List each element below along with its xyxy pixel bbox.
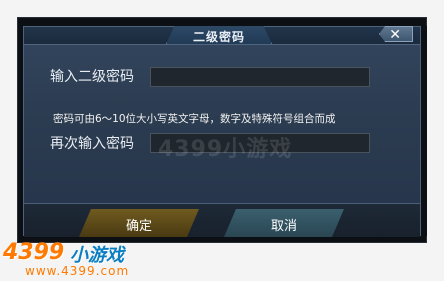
logo-main-text: 4399 [3,240,65,265]
right-frame-strip [421,26,427,236]
ok-button-label[interactable]: 确定 [79,215,199,234]
password-hint: 密码可由6～10位大小写英文字母，数字及特殊符号组合而成 [53,113,336,125]
dialog-title: 二级密码 [192,30,245,44]
cancel-button-label[interactable]: 取消 [224,215,344,234]
secondary-password-dialog: 二级密码 ✕ 输入二级密码 密码可由6～10位大小写英文字母，数字及特殊符号组合… [23,26,421,237]
password-input[interactable] [150,67,370,87]
confirm-password-label: 再次输入密码 [50,136,134,152]
watermark-text: 4399小游戏 [158,137,293,162]
password-label: 输入二级密码 [50,69,134,85]
close-icon[interactable]: ✕ [389,27,401,43]
logo-url-text: www.4399.com [25,264,130,278]
